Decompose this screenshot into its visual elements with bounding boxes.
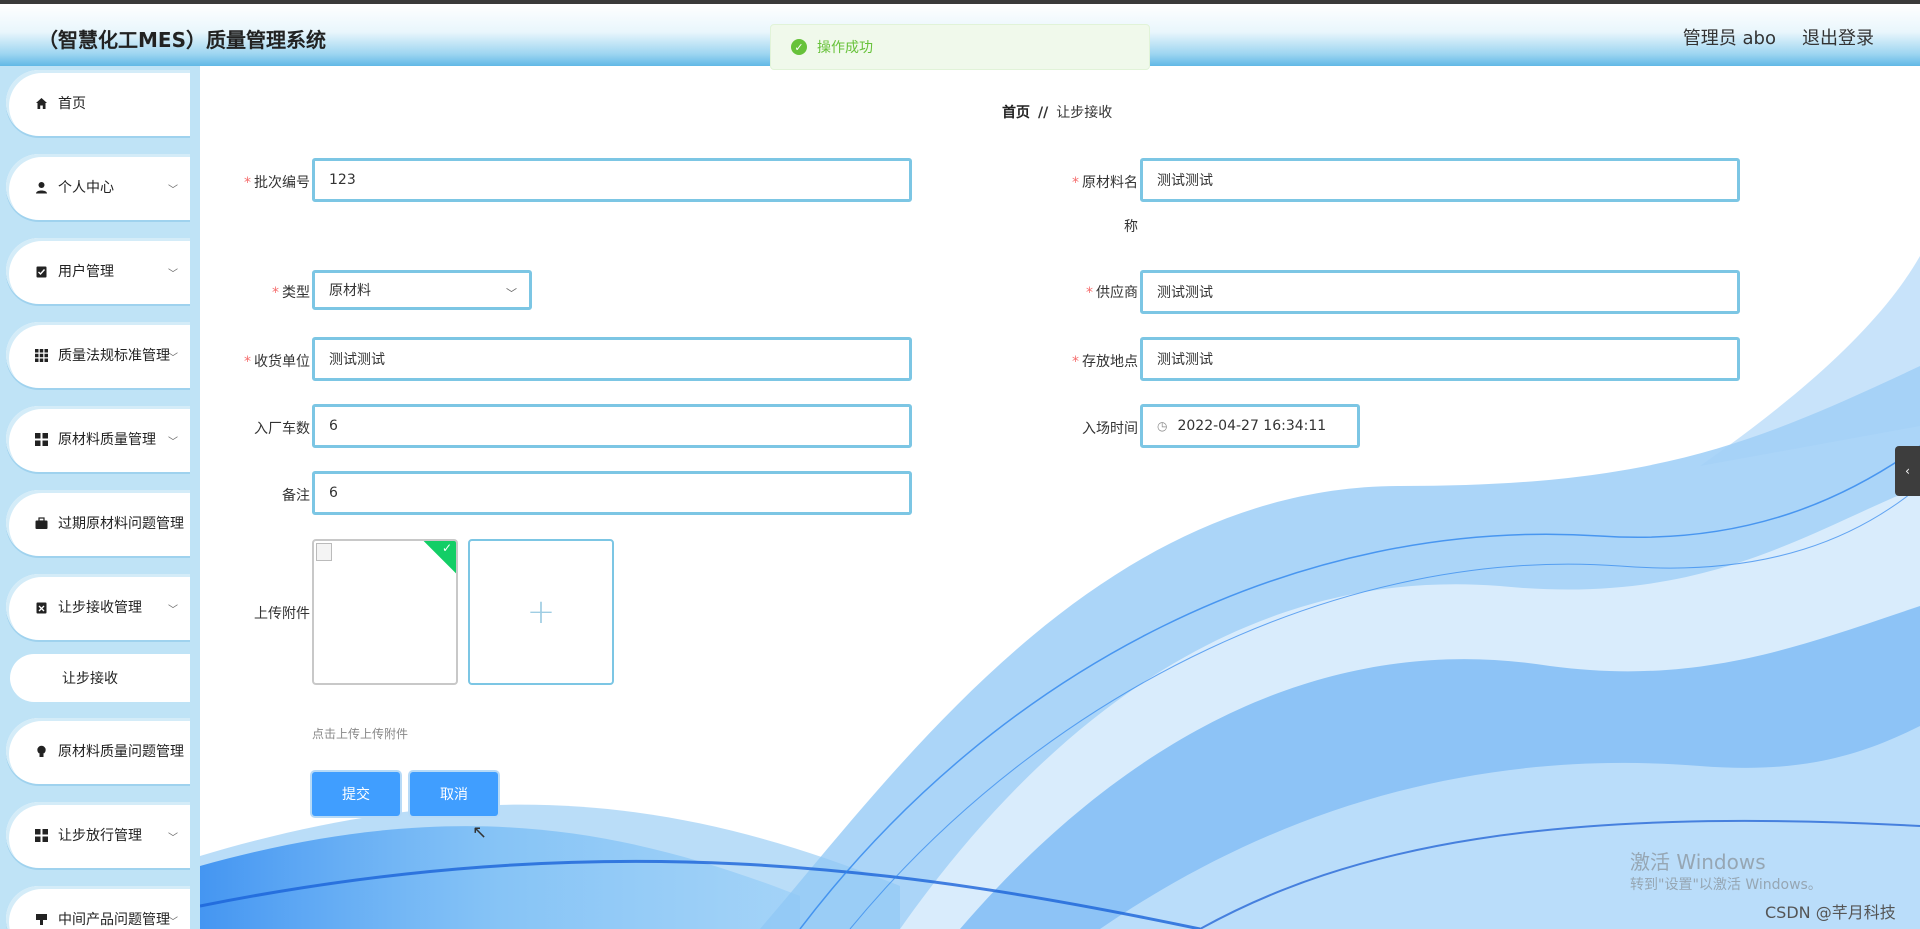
apps-icon — [34, 432, 48, 446]
supplier-input[interactable]: 测试测试 — [1140, 270, 1740, 314]
upload-add-button[interactable]: + — [468, 539, 614, 685]
material-name-label: * 原材料名 — [1072, 175, 1138, 191]
sidebar-item-expired-materials[interactable]: 过期原材料问题管理 — [6, 490, 190, 556]
receiving-unit-input[interactable]: 测试测试 — [312, 337, 912, 381]
clipboard-icon — [34, 264, 48, 278]
cancel-button[interactable]: 取消 — [410, 772, 498, 816]
sidebar-item-raw-material-quality[interactable]: 原材料质量管理 ﹀ — [6, 406, 190, 472]
sidebar-item-intermediate-product-issues[interactable]: 中间产品问题管理 ﹀ — [6, 886, 190, 929]
chevron-down-icon: ﹀ — [168, 269, 178, 280]
material-name-label-wrap: 称 — [1124, 219, 1138, 235]
breadcrumb-home[interactable]: 首页 — [1002, 105, 1030, 121]
breadcrumb-current: 让步接收 — [1056, 105, 1113, 121]
csdn-watermark: CSDN @芊月科技 — [1765, 903, 1896, 922]
supplier-label: * 供应商 — [1086, 285, 1138, 301]
upload-tip: 点击上传上传附件 — [312, 727, 409, 741]
chevron-down-icon: ﹀ — [168, 833, 178, 844]
sidebar-item-label: 原材料质量问题管理 — [58, 744, 184, 760]
chevron-down-icon: ﹀ — [168, 917, 178, 928]
mouse-cursor-icon: ↖ — [472, 822, 488, 843]
type-select[interactable]: 原材料 ﹀ — [312, 270, 532, 310]
chevron-left-icon: ‹ — [1905, 464, 1910, 478]
sidebar-item-concession-receipt[interactable]: 让步接收管理 ﹀ — [6, 574, 190, 640]
breadcrumb-separator: // — [1038, 105, 1049, 121]
current-user: 管理员 abo — [1682, 28, 1776, 49]
briefcase-icon — [34, 516, 48, 530]
bulb-icon — [34, 744, 48, 758]
breadcrumb: 首页 // 让步接收 — [1002, 102, 1112, 122]
chevron-down-icon: ﹀ — [168, 437, 178, 448]
storage-location-label: * 存放地点 — [1072, 354, 1138, 370]
attachment-label: 上传附件 — [254, 606, 310, 622]
windows-activation-hint: 转到"设置"以激活 Windows。 — [1630, 877, 1822, 893]
storage-location-input[interactable]: 测试测试 — [1140, 337, 1740, 381]
sidebar-subitem-label: 让步接收 — [62, 671, 118, 687]
sidebar-item-quality-standards[interactable]: 质量法规标准管理 ﹀ — [6, 322, 190, 388]
chevron-down-icon: ﹀ — [168, 185, 178, 196]
sidebar: 首页 个人中心 ﹀ 用户管理 ﹀ 质量法规标准管理 ﹀ 原材料质量管理 ﹀ 过期… — [0, 66, 200, 929]
batch-no-label: * 批次编号 — [244, 175, 310, 191]
submit-button[interactable]: 提交 — [312, 772, 400, 816]
apps-icon — [34, 828, 48, 842]
sidebar-subitem-concession-receipt[interactable]: 让步接收 — [10, 654, 190, 702]
toast-message: 操作成功 — [817, 40, 873, 56]
sidebar-item-raw-material-issues[interactable]: 原材料质量问题管理 — [6, 718, 190, 784]
logout-link[interactable]: 退出登录 — [1802, 24, 1874, 50]
uploaded-file-thumbnail[interactable]: ✓ — [312, 539, 458, 685]
sidebar-item-concession-release[interactable]: 让步放行管理 ﹀ — [6, 802, 190, 868]
plus-icon: + — [526, 592, 556, 632]
sidebar-item-label: 让步放行管理 — [58, 828, 142, 844]
chevron-down-icon: ﹀ — [506, 287, 517, 300]
entry-time-label: 入场时间 — [1082, 421, 1138, 437]
vehicles-input[interactable]: 6 — [312, 404, 912, 448]
clock-icon: ◷ — [1157, 419, 1168, 433]
sidebar-item-label: 中间产品问题管理 — [58, 912, 170, 928]
remark-label: 备注 — [282, 488, 310, 504]
home-icon — [34, 96, 48, 110]
windows-activation-watermark: 激活 Windows — [1630, 850, 1766, 874]
sidebar-item-label: 首页 — [58, 96, 86, 112]
chevron-down-icon: ﹀ — [168, 605, 178, 616]
app-title: （智慧化工MES）质量管理系统 — [38, 28, 326, 52]
check-icon: ✓ — [441, 541, 452, 555]
sidebar-item-label: 过期原材料问题管理 — [58, 516, 184, 532]
sidebar-item-label: 个人中心 — [58, 180, 114, 196]
sidebar-item-label: 原材料质量管理 — [58, 432, 156, 448]
receiving-unit-label: * 收货单位 — [244, 354, 310, 370]
grid-icon — [34, 348, 48, 362]
header-user-area: 管理员 abo 退出登录 — [1683, 24, 1874, 50]
sidebar-item-personal-center[interactable]: 个人中心 ﹀ — [6, 154, 190, 220]
success-toast: ✓ 操作成功 — [770, 24, 1150, 70]
material-name-input[interactable]: 测试测试 — [1140, 158, 1740, 202]
sidebar-item-user-management[interactable]: 用户管理 ﹀ — [6, 238, 190, 304]
sidebar-item-label: 质量法规标准管理 — [58, 348, 170, 364]
collapse-panel-button[interactable]: ‹ — [1895, 446, 1920, 496]
clipboard-x-icon — [34, 600, 48, 614]
chevron-down-icon: ﹀ — [168, 353, 178, 364]
check-circle-icon: ✓ — [791, 39, 807, 55]
entry-time-picker[interactable]: ◷ 2022-04-27 16:34:11 — [1140, 404, 1360, 448]
vehicles-label: 入厂车数 — [254, 421, 310, 437]
upload-success-badge — [422, 541, 456, 575]
remark-input[interactable]: 6 — [312, 471, 912, 515]
stamp-icon — [34, 912, 48, 926]
batch-no-input[interactable]: 123 — [312, 158, 912, 202]
sidebar-item-home[interactable]: 首页 — [6, 70, 190, 136]
user-icon — [34, 180, 48, 194]
main-content: 首页 // 让步接收 * 批次编号 123 * 原材料名 称 测试测试 * 类型 原材料 ﹀… — [200, 66, 1920, 929]
sidebar-item-label: 用户管理 — [58, 264, 114, 280]
broken-image-icon — [316, 543, 332, 561]
type-label: * 类型 — [272, 285, 310, 301]
sidebar-item-label: 让步接收管理 — [58, 600, 142, 616]
